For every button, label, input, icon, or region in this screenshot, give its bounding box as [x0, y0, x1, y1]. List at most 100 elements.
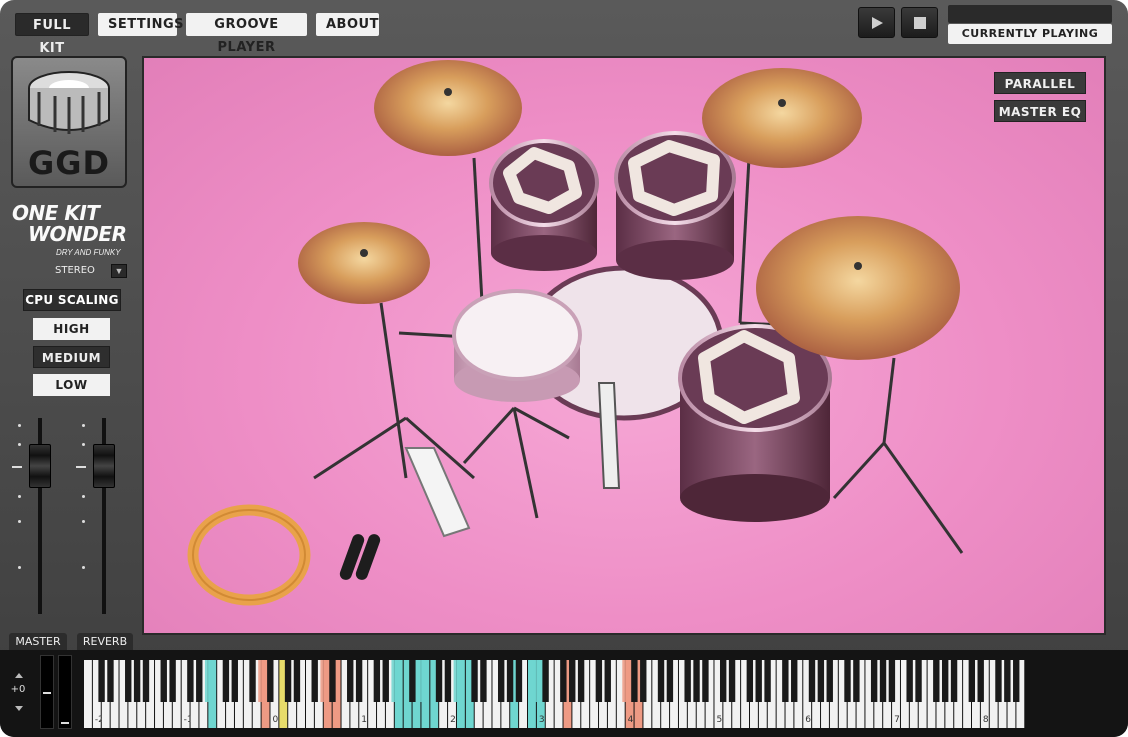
piano-keyboard[interactable]: -2 -1 0 1 2 3 4 5 6 7 8 — [84, 660, 1032, 728]
black-key[interactable] — [764, 660, 771, 702]
black-key[interactable] — [666, 660, 674, 702]
black-key[interactable] — [808, 660, 816, 702]
black-key[interactable] — [569, 660, 576, 702]
black-key[interactable] — [782, 660, 789, 702]
black-key[interactable] — [853, 660, 860, 702]
black-key[interactable] — [160, 660, 167, 702]
black-key[interactable] — [879, 660, 887, 702]
black-key[interactable] — [533, 660, 540, 702]
black-key[interactable] — [657, 660, 665, 702]
black-key[interactable] — [1004, 660, 1011, 702]
fader-tick — [82, 424, 85, 427]
stereo-dropdown[interactable]: ▼ — [111, 264, 127, 278]
black-key[interactable] — [125, 660, 132, 702]
black-key[interactable] — [133, 660, 141, 702]
white-key[interactable] — [84, 660, 92, 728]
tab-settings[interactable]: SETTINGS — [98, 13, 184, 36]
black-key[interactable] — [622, 660, 629, 702]
black-key[interactable] — [817, 660, 825, 702]
black-key[interactable] — [746, 660, 754, 702]
black-key[interactable] — [169, 660, 176, 702]
play-button[interactable] — [858, 7, 895, 38]
black-key[interactable] — [755, 660, 762, 702]
black-key[interactable] — [453, 660, 460, 702]
tab-full-kit[interactable]: FULL KIT — [15, 13, 89, 56]
parallel-button[interactable]: PARALLEL — [994, 72, 1086, 94]
black-key[interactable] — [728, 660, 736, 702]
black-key[interactable] — [542, 660, 549, 702]
black-key[interactable] — [196, 660, 203, 702]
master-fader-handle[interactable] — [29, 444, 51, 488]
black-key[interactable] — [968, 660, 976, 702]
black-key[interactable] — [418, 660, 425, 702]
cpu-medium-button[interactable]: MEDIUM — [33, 346, 110, 368]
black-key[interactable] — [791, 660, 798, 702]
black-key[interactable] — [604, 660, 611, 702]
black-key[interactable] — [258, 660, 265, 702]
pitch-wheel[interactable] — [58, 655, 72, 729]
black-key[interactable] — [107, 660, 114, 702]
black-key[interactable] — [249, 660, 256, 702]
black-key[interactable] — [391, 660, 398, 702]
cpu-low-button[interactable]: LOW — [33, 374, 110, 396]
cpu-high-button[interactable]: HIGH — [33, 318, 110, 340]
black-key[interactable] — [311, 660, 318, 702]
black-key[interactable] — [444, 660, 452, 702]
black-key[interactable] — [560, 660, 567, 702]
black-key[interactable] — [355, 660, 363, 702]
black-key[interactable] — [941, 660, 949, 702]
black-key[interactable] — [222, 660, 230, 702]
black-key[interactable] — [320, 660, 327, 702]
tab-reverb[interactable]: REVERB — [77, 633, 133, 650]
black-key[interactable] — [506, 660, 514, 702]
black-key[interactable] — [906, 660, 913, 702]
black-key[interactable] — [977, 660, 984, 702]
black-key[interactable] — [640, 660, 647, 702]
black-key[interactable] — [480, 660, 487, 702]
black-key[interactable] — [284, 660, 292, 702]
floor-tom — [678, 324, 832, 522]
black-key[interactable] — [142, 660, 150, 702]
black-key[interactable] — [719, 660, 727, 702]
tab-master[interactable]: MASTER — [9, 633, 67, 650]
black-key[interactable] — [826, 660, 833, 702]
black-key[interactable] — [684, 660, 691, 702]
black-key[interactable] — [631, 660, 638, 702]
black-key[interactable] — [888, 660, 896, 702]
black-key[interactable] — [98, 660, 105, 702]
black-key[interactable] — [950, 660, 958, 702]
black-key[interactable] — [347, 660, 354, 702]
black-key[interactable] — [933, 660, 940, 702]
black-key[interactable] — [577, 660, 585, 702]
octave-down-icon[interactable] — [15, 706, 23, 711]
black-key[interactable] — [409, 660, 416, 702]
black-key[interactable] — [204, 660, 212, 702]
black-key[interactable] — [187, 660, 194, 702]
master-eq-button[interactable]: MASTER EQ — [994, 100, 1086, 122]
black-key[interactable] — [293, 660, 301, 702]
black-key[interactable] — [515, 660, 523, 702]
tab-groove-player[interactable]: GROOVE PLAYER — [186, 13, 307, 55]
black-key[interactable] — [595, 660, 603, 702]
black-key[interactable] — [844, 660, 851, 702]
black-key[interactable] — [329, 660, 336, 702]
reverb-fader-handle[interactable] — [93, 444, 115, 488]
black-key[interactable] — [995, 660, 1002, 702]
black-key[interactable] — [373, 660, 381, 702]
black-key[interactable] — [693, 660, 700, 702]
black-key[interactable] — [382, 660, 389, 702]
mod-wheel[interactable] — [40, 655, 54, 729]
tab-about[interactable]: ABOUT — [316, 13, 379, 36]
now-playing-label: CURRENTLY PLAYING — [948, 24, 1112, 44]
stop-button[interactable] — [901, 7, 938, 38]
black-key[interactable] — [435, 660, 443, 702]
black-key[interactable] — [915, 660, 922, 702]
black-key[interactable] — [702, 660, 709, 702]
octave-up-icon[interactable] — [15, 673, 23, 678]
black-key[interactable] — [471, 660, 478, 702]
black-key[interactable] — [231, 660, 238, 702]
black-key[interactable] — [870, 660, 878, 702]
black-key[interactable] — [267, 660, 274, 702]
black-key[interactable] — [1013, 660, 1020, 702]
black-key[interactable] — [497, 660, 505, 702]
